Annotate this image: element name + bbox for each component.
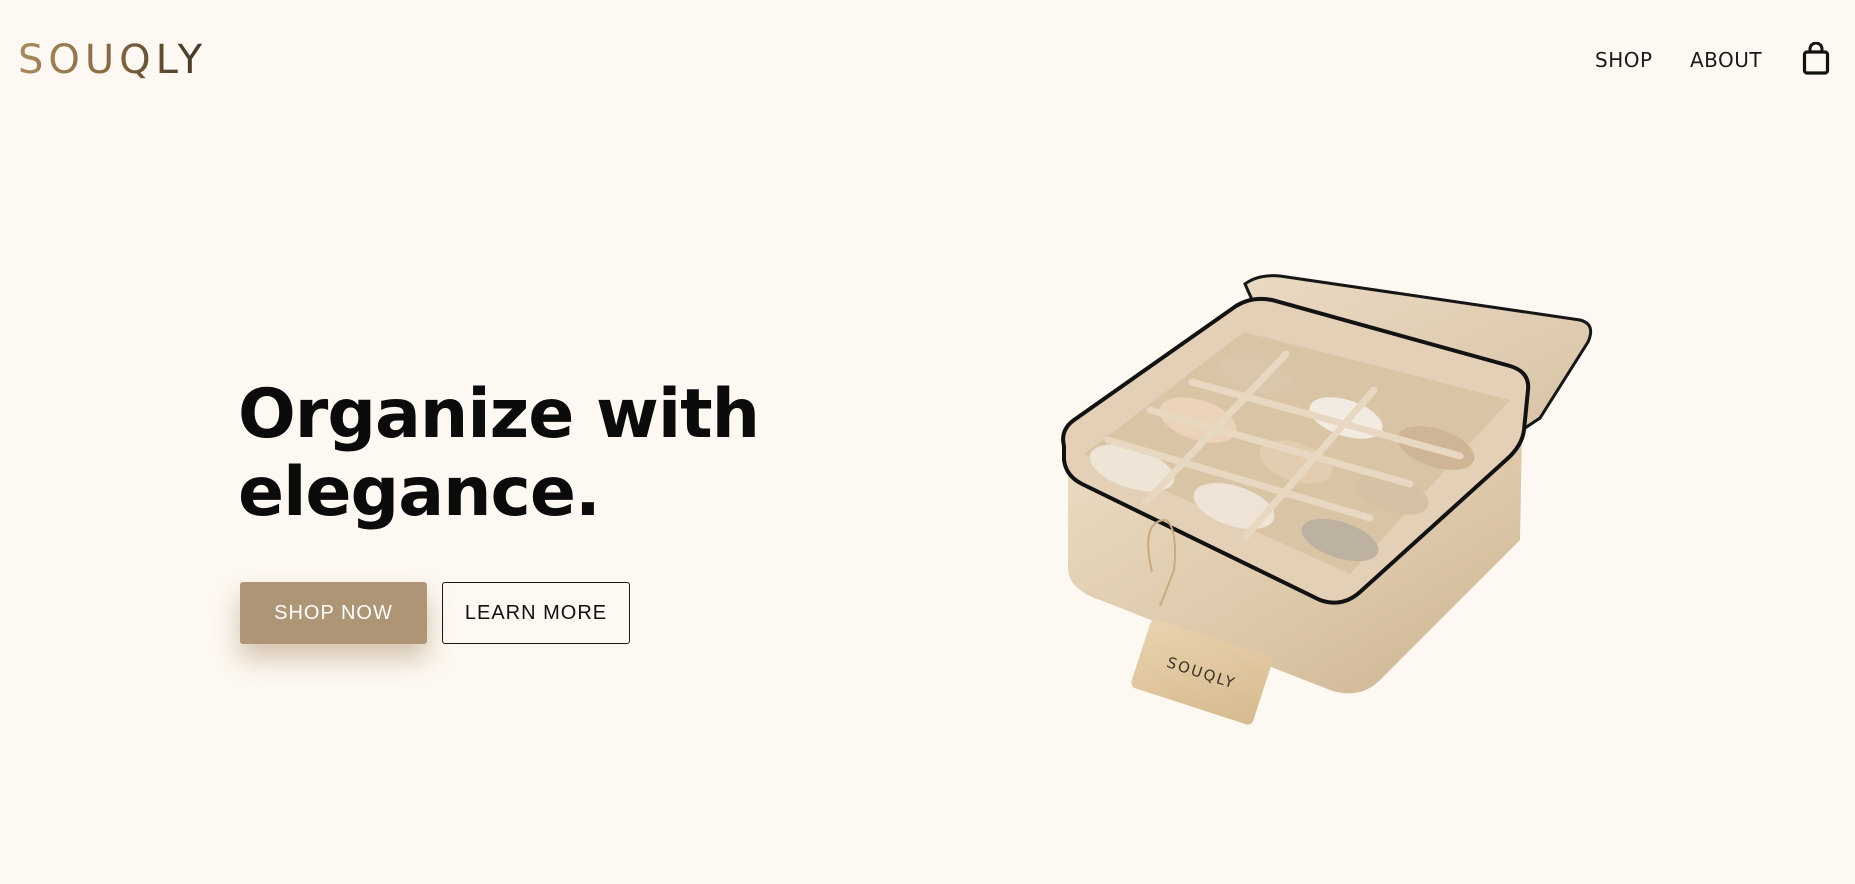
learn-more-button[interactable]: LEARN MORE [442,582,630,644]
hero-headline: Organize with elegance. [238,376,858,532]
nav-link-about[interactable]: ABOUT [1690,48,1762,72]
brand-logo[interactable]: SOUQLY [18,36,207,84]
hero-headline-line1: Organize with [238,375,760,454]
nav-link-shop[interactable]: SHOP [1595,48,1653,72]
shopping-bag-icon[interactable] [1802,41,1830,76]
landing-page: SOUQLY SHOP ABOUT Organize with elegance… [0,0,1855,884]
hero-headline-line2: elegance. [238,453,601,532]
product-image: SOUQLY [1040,270,1600,770]
shop-now-button[interactable]: SHOP NOW [240,582,427,644]
